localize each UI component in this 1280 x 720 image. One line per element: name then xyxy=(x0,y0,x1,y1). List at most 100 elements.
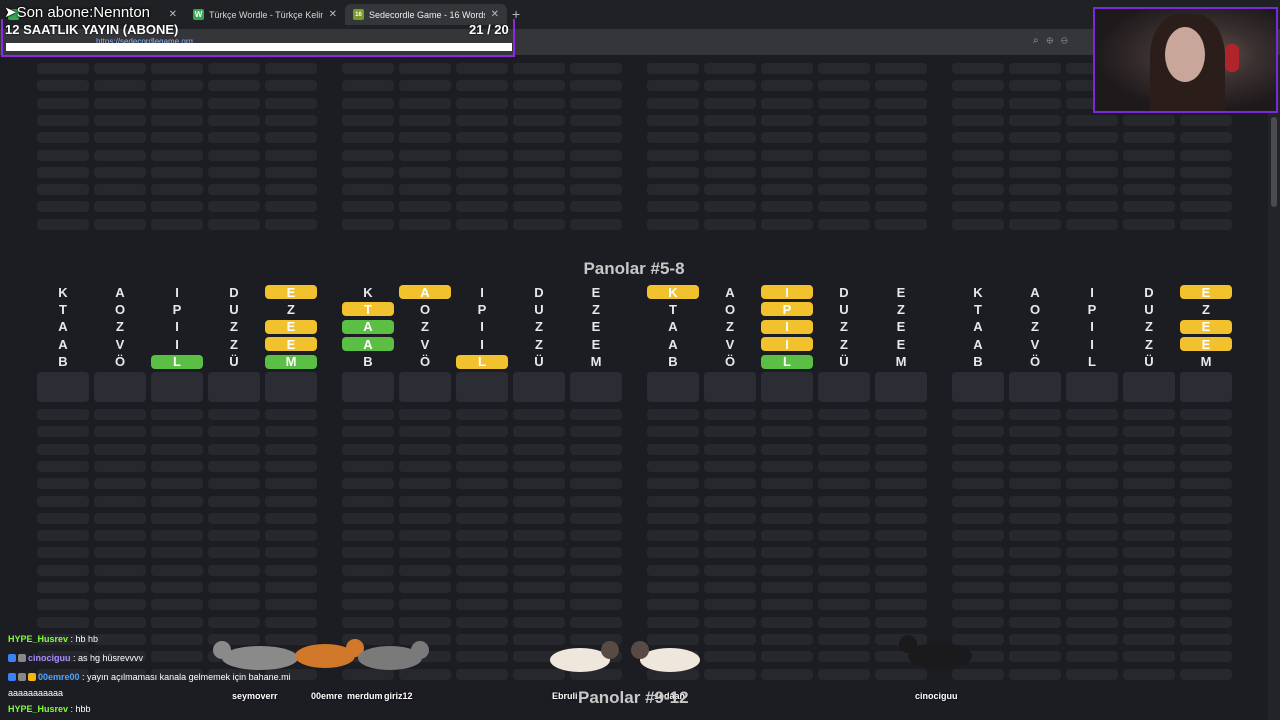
input-tile[interactable] xyxy=(704,372,756,402)
empty-cell xyxy=(952,530,1004,542)
empty-cell xyxy=(647,80,699,92)
input-tile[interactable] xyxy=(151,372,203,402)
letter-tile: Ü xyxy=(839,354,849,370)
empty-cell xyxy=(37,495,89,507)
letter-tile: A xyxy=(1030,284,1040,300)
empty-cell xyxy=(875,80,927,92)
toolbar-icons[interactable]: ⌕⊕⊖ xyxy=(1033,35,1076,46)
empty-cell xyxy=(1009,80,1061,92)
empty-cell xyxy=(456,63,508,74)
empty-cell xyxy=(1066,443,1118,455)
empty-cell xyxy=(37,460,89,472)
input-tile[interactable] xyxy=(342,372,394,402)
empty-cell xyxy=(399,218,451,230)
letter-tile: E xyxy=(265,285,317,300)
input-tile[interactable] xyxy=(265,372,317,402)
empty-cell xyxy=(1180,582,1232,593)
input-tile[interactable] xyxy=(456,372,508,402)
empty-cell xyxy=(456,460,508,472)
empty-cell xyxy=(342,616,394,628)
empty-cell xyxy=(818,564,870,576)
empty-cell xyxy=(94,114,146,126)
last-subscriber-ticker: ➤Son abone:Nennton xyxy=(4,4,151,21)
input-tile[interactable] xyxy=(94,372,146,402)
empty-cell xyxy=(37,201,89,213)
empty-cell xyxy=(875,616,927,628)
empty-cell xyxy=(818,80,870,92)
input-tile[interactable] xyxy=(818,372,870,402)
empty-cell xyxy=(570,184,622,196)
empty-cell xyxy=(1066,201,1118,213)
empty-cell xyxy=(456,616,508,628)
empty-cell xyxy=(342,582,394,593)
letter-tile: I xyxy=(480,319,484,335)
empty-cell xyxy=(265,582,317,593)
empty-cell xyxy=(265,97,317,109)
input-tile[interactable] xyxy=(647,372,699,402)
empty-cell xyxy=(952,409,1004,420)
empty-cell xyxy=(952,132,1004,144)
input-tile[interactable] xyxy=(208,372,260,402)
empty-cell xyxy=(399,426,451,438)
letter-tile: E xyxy=(1180,285,1232,300)
scrollbar-thumb[interactable] xyxy=(1271,117,1277,207)
empty-cell xyxy=(1180,149,1232,161)
empty-cell xyxy=(151,132,203,144)
empty-cell xyxy=(208,599,260,611)
empty-cell xyxy=(1009,495,1061,507)
input-tile[interactable] xyxy=(513,372,565,402)
letter-tile: Z xyxy=(287,301,295,317)
letter-tile: K xyxy=(363,284,373,300)
empty-cell xyxy=(208,478,260,490)
empty-cell xyxy=(704,149,756,161)
empty-cell xyxy=(761,114,813,126)
empty-cell xyxy=(952,218,1004,230)
input-tile[interactable] xyxy=(399,372,451,402)
letter-tile: Z xyxy=(1031,319,1039,335)
input-tile[interactable] xyxy=(1066,372,1118,402)
empty-cell xyxy=(265,512,317,524)
empty-cell xyxy=(647,478,699,490)
letter-tile: T xyxy=(59,301,67,317)
letter-tile: I xyxy=(175,336,179,352)
empty-cell xyxy=(208,512,260,524)
empty-cell xyxy=(704,495,756,507)
empty-cell xyxy=(342,218,394,230)
empty-cell xyxy=(818,547,870,559)
empty-cell xyxy=(265,218,317,230)
letter-tile: Ü xyxy=(534,354,544,370)
input-tile[interactable] xyxy=(1009,372,1061,402)
letter-tile: I xyxy=(480,284,484,300)
input-tile[interactable] xyxy=(1123,372,1175,402)
empty-cell xyxy=(151,564,203,576)
empty-cell xyxy=(265,547,317,559)
empty-cell xyxy=(761,564,813,576)
empty-cell xyxy=(94,201,146,213)
empty-cell xyxy=(399,616,451,628)
letter-tile: I xyxy=(761,285,813,300)
empty-cell xyxy=(570,426,622,438)
empty-cell xyxy=(1123,478,1175,490)
empty-cell xyxy=(1180,530,1232,542)
empty-cell xyxy=(704,166,756,178)
empty-cell xyxy=(37,582,89,593)
empty-cell xyxy=(570,599,622,611)
empty-cell xyxy=(513,443,565,455)
input-tile[interactable] xyxy=(37,372,89,402)
empty-cell xyxy=(1066,599,1118,611)
input-tile[interactable] xyxy=(570,372,622,402)
goal-title: 12 SAATLIK YAYIN (ABONE) xyxy=(5,22,179,37)
empty-cell xyxy=(456,495,508,507)
input-tile[interactable] xyxy=(875,372,927,402)
input-tile[interactable] xyxy=(1180,372,1232,402)
input-tile[interactable] xyxy=(761,372,813,402)
letter-tile: Z xyxy=(592,301,600,317)
empty-cell xyxy=(647,460,699,472)
empty-cell xyxy=(1180,460,1232,472)
empty-cell xyxy=(1123,616,1175,628)
empty-cell xyxy=(151,582,203,593)
input-tile[interactable] xyxy=(952,372,1004,402)
empty-cell xyxy=(342,478,394,490)
scrollbar[interactable] xyxy=(1268,55,1280,720)
empty-cell xyxy=(265,564,317,576)
